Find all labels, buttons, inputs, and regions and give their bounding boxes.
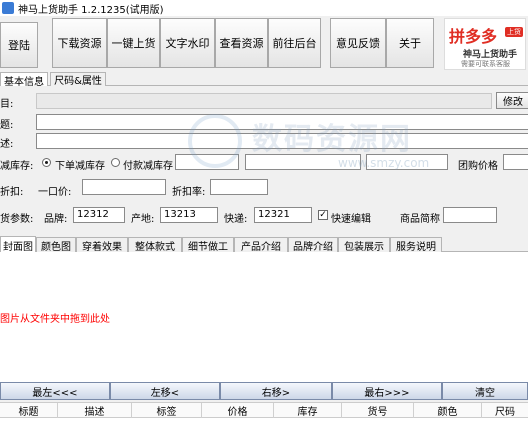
brand-input[interactable]: 12312 <box>73 207 125 223</box>
description-input[interactable] <box>36 133 528 149</box>
tab-cover-image[interactable]: 封面图 <box>0 236 36 253</box>
login-button[interactable]: 登陆 <box>0 22 38 68</box>
origin-input[interactable]: 13213 <box>160 207 218 223</box>
radio-pay-reduce-stock[interactable] <box>111 158 120 167</box>
discount-rate-input[interactable] <box>210 179 268 195</box>
description-label: 述: <box>0 139 14 150</box>
tab-basic-info[interactable]: 基本信息 <box>0 72 48 88</box>
tab-brand-intro[interactable]: 品牌介绍 <box>288 237 338 253</box>
order-reduce-stock-label: 下单减库存 <box>55 161 105 172</box>
main-tabs: 基本信息 尺码&属性 <box>0 72 528 88</box>
product-table-header: 标题 描述 标签 价格 库存 货号 颜色 尺码 <box>0 402 528 418</box>
pdd-banner[interactable]: 拼多多 上货 神马上货助手 需要可联系客服 <box>444 18 526 70</box>
column-description[interactable]: 描述 <box>58 403 132 418</box>
view-resources-button[interactable]: 查看资源 <box>215 18 268 68</box>
origin-label: 产地: <box>131 214 155 225</box>
stock-label: 减库存: <box>0 161 34 172</box>
short-name-input[interactable] <box>443 207 497 223</box>
text-watermark-button[interactable]: 文字水印 <box>160 18 215 68</box>
banner-subtitle: 需要可联系客服 <box>461 60 510 68</box>
tab-wearing-effect[interactable]: 穿着效果 <box>76 237 128 253</box>
move-right-button[interactable]: 右移> <box>220 382 332 400</box>
column-tags[interactable]: 标签 <box>132 403 202 418</box>
product-table-body[interactable] <box>0 418 528 446</box>
quick-edit-label: 快速编辑 <box>331 214 371 225</box>
tab-detail-craft[interactable]: 细节做工 <box>182 237 234 253</box>
params-label: 货参数: <box>0 214 34 225</box>
category-field[interactable] <box>36 93 492 109</box>
one-click-upload-button[interactable]: 一键上货 <box>107 18 160 68</box>
group-price-label: 团购价格 <box>458 161 498 172</box>
stock-input-2[interactable] <box>245 154 361 170</box>
tab-size-attributes[interactable]: 尺码&属性 <box>50 72 106 87</box>
move-leftmost-button[interactable]: 最左<<< <box>0 382 110 400</box>
go-backend-button[interactable]: 前往后台 <box>268 18 321 68</box>
image-tabs: 封面图 颜色图 穿着效果 整体款式 细节做工 产品介绍 品牌介绍 包装展示 服务… <box>0 236 528 253</box>
stock-input-1[interactable] <box>175 154 239 170</box>
tab-product-intro[interactable]: 产品介绍 <box>234 237 288 253</box>
column-size[interactable]: 尺码 <box>482 403 528 418</box>
column-price[interactable]: 价格 <box>202 403 274 418</box>
fixed-price-label: 一口价: <box>38 187 72 198</box>
move-left-button[interactable]: 左移< <box>110 382 220 400</box>
clear-button[interactable]: 清空 <box>442 382 528 400</box>
category-label: 目: <box>0 99 14 110</box>
radio-order-reduce-stock[interactable] <box>42 158 51 167</box>
group-price-input[interactable] <box>503 154 528 170</box>
discount-label: 折扣: <box>0 187 24 198</box>
brand-label: 品牌: <box>44 214 68 225</box>
edit-button[interactable]: 修改 <box>496 92 528 109</box>
column-item-number[interactable]: 货号 <box>342 403 414 418</box>
title-label: 题: <box>0 120 14 131</box>
fixed-price-input[interactable] <box>82 179 166 195</box>
app-icon <box>2 2 14 14</box>
tab-overall-style[interactable]: 整体款式 <box>128 237 182 253</box>
quick-edit-checkbox[interactable]: ✓ <box>318 210 328 220</box>
column-stock[interactable]: 库存 <box>274 403 342 418</box>
feedback-button[interactable]: 意见反馈 <box>330 18 386 68</box>
tab-packaging[interactable]: 包装展示 <box>338 237 390 253</box>
about-button[interactable]: 关于 <box>386 18 434 68</box>
column-title[interactable]: 标题 <box>0 403 58 418</box>
drop-hint: 图片从文件夹中拖到此处 <box>0 314 110 325</box>
express-label: 快递: <box>224 214 248 225</box>
move-rightmost-button[interactable]: 最右>>> <box>332 382 442 400</box>
image-drop-area[interactable]: 图片从文件夹中拖到此处 <box>0 252 528 382</box>
short-name-label: 商品简称 <box>400 214 440 225</box>
image-nav-bar: 最左<<< 左移< 右移> 最右>>> 清空 <box>0 382 528 400</box>
download-resources-button[interactable]: 下载资源 <box>52 18 107 68</box>
pdd-logo: 拼多多 <box>449 27 498 46</box>
title-bar: 神马上货助手 1.2.1235(试用版) <box>0 0 528 16</box>
discount-rate-label: 折扣率: <box>172 187 206 198</box>
stock-input-3[interactable] <box>366 154 448 170</box>
column-color[interactable]: 颜色 <box>414 403 482 418</box>
window-title: 神马上货助手 1.2.1235(试用版) <box>18 4 164 16</box>
pay-reduce-stock-label: 付款减库存 <box>123 161 173 172</box>
title-input[interactable] <box>36 114 528 130</box>
pdd-badge: 上货 <box>505 27 523 37</box>
tab-service-info[interactable]: 服务说明 <box>390 237 442 253</box>
express-input[interactable]: 12321 <box>254 207 312 223</box>
tab-color-image[interactable]: 颜色图 <box>36 237 76 253</box>
